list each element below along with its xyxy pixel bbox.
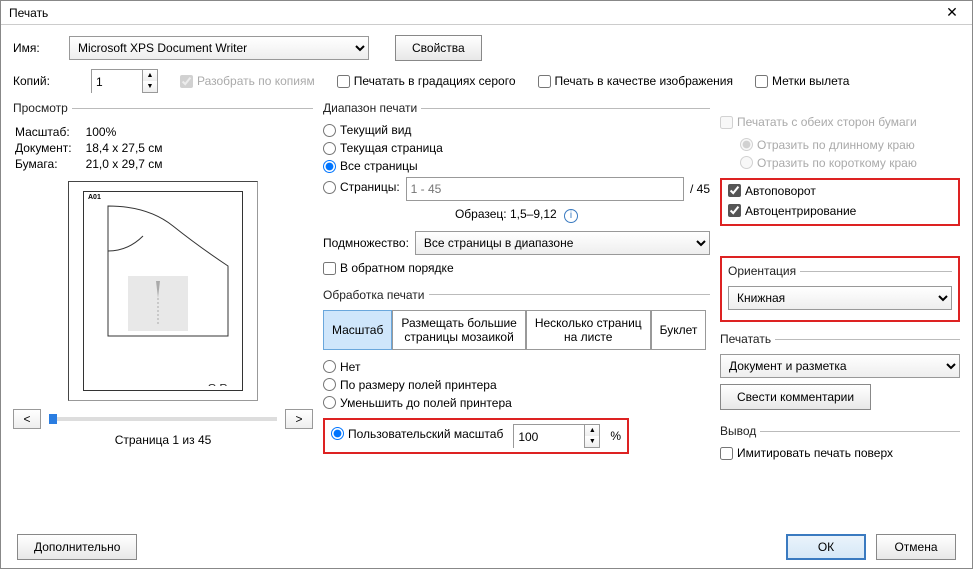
dialog-footer: Дополнительно ОК Отмена <box>13 527 960 560</box>
print-dialog: Печать ✕ Имя: Microsoft XPS Document Wri… <box>0 0 973 569</box>
preview-legend: Просмотр <box>13 101 72 115</box>
pages-total: / 45 <box>690 182 710 196</box>
prev-page-button[interactable]: < <box>13 409 41 429</box>
range-legend: Диапазон печати <box>323 101 421 115</box>
tab-multiple[interactable]: Несколько страниц на листе <box>526 310 651 350</box>
copies-label: Копий: <box>13 74 69 88</box>
orientation-group: Ориентация Книжная <box>728 264 952 314</box>
tab-scale[interactable]: Масштаб <box>323 310 392 350</box>
pages-input[interactable] <box>406 177 684 201</box>
output-group: Вывод Имитировать печать поверх <box>720 424 960 467</box>
spin-up-icon[interactable]: ▲ <box>585 425 599 436</box>
scale-custom-radio[interactable]: Пользовательский масштаб <box>331 427 503 441</box>
spin-down-icon[interactable]: ▼ <box>585 436 599 447</box>
info-icon[interactable]: i <box>564 209 578 223</box>
handling-legend: Обработка печати <box>323 288 429 302</box>
next-page-button[interactable]: > <box>285 409 313 429</box>
simulate-overprint-checkbox[interactable]: Имитировать печать поверх <box>720 446 893 460</box>
print-handling-group: Обработка печати Масштаб Размещать больш… <box>323 288 710 458</box>
output-legend: Вывод <box>720 424 760 438</box>
custom-scale-input[interactable] <box>514 425 584 449</box>
page-slider[interactable] <box>49 417 277 421</box>
summarize-comments-button[interactable]: Свести комментарии <box>720 384 871 410</box>
orientation-legend: Ориентация <box>728 264 800 278</box>
autorotate-highlight: Автоповорот Автоцентрирование <box>720 178 960 227</box>
orientation-highlight: Ориентация Книжная <box>720 256 960 322</box>
print-what-group: Печатать Документ и разметка Свести комм… <box>720 332 960 414</box>
properties-button[interactable]: Свойства <box>395 35 482 61</box>
custom-scale-spinner[interactable]: ▲▼ <box>513 424 600 448</box>
print-range-group: Диапазон печати Текущий вид Текущая стра… <box>323 101 710 282</box>
duplex-checkbox: Печатать с обеих сторон бумаги <box>720 115 917 129</box>
copies-spinner[interactable]: ▲▼ <box>91 69 158 93</box>
spin-up-icon[interactable]: ▲ <box>143 70 157 81</box>
advanced-button[interactable]: Дополнительно <box>17 534 137 560</box>
preview-group: Просмотр Масштаб:100% Документ:18,4 x 27… <box>13 101 313 451</box>
flip-long-radio: Отразить по длинному краю <box>740 138 915 152</box>
svg-text:S B: S B <box>208 381 227 386</box>
copies-input[interactable] <box>92 70 142 94</box>
scale-fit-radio[interactable]: По размеру полей принтера <box>323 378 497 392</box>
tab-tile[interactable]: Размещать большие страницы мозаикой <box>392 310 525 350</box>
orientation-select[interactable]: Книжная <box>728 286 952 310</box>
range-all-pages-radio[interactable]: Все страницы <box>323 159 418 173</box>
preview-info-table: Масштаб:100% Документ:18,4 x 27,5 см Бум… <box>13 123 165 173</box>
print-as-image-checkbox[interactable]: Печать в качестве изображения <box>538 74 733 88</box>
grayscale-checkbox[interactable]: Печатать в градациях серого <box>337 74 516 88</box>
print-what-select[interactable]: Документ и разметка <box>720 354 960 378</box>
scale-shrink-radio[interactable]: Уменьшить до полей принтера <box>323 396 512 410</box>
close-icon[interactable]: ✕ <box>936 4 968 21</box>
custom-scale-highlight: Пользовательский масштаб ▲▼ % <box>323 418 629 454</box>
range-current-page-radio[interactable]: Текущая страница <box>323 141 443 155</box>
titlebar: Печать ✕ <box>1 1 972 25</box>
printer-select[interactable]: Microsoft XPS Document Writer <box>69 36 369 60</box>
bleed-marks-checkbox[interactable]: Метки вылета <box>755 74 850 88</box>
preview-area: A01 S B <box>68 181 258 401</box>
autorotate-checkbox[interactable]: Автоповорот <box>728 184 816 198</box>
preview-nav: < > <box>13 409 313 429</box>
pattern-preview-icon: S B <box>88 196 238 386</box>
page-indicator: Страница 1 из 45 <box>13 433 313 447</box>
subset-select[interactable]: Все страницы в диапазоне <box>415 231 710 255</box>
ok-button[interactable]: ОК <box>786 534 866 560</box>
percent-label: % <box>610 429 621 443</box>
autocenter-checkbox[interactable]: Автоцентрирование <box>728 204 856 218</box>
printer-name-label: Имя: <box>13 41 69 55</box>
flip-short-radio: Отразить по короткому краю <box>740 156 917 170</box>
range-current-view-radio[interactable]: Текущий вид <box>323 123 411 137</box>
tab-booklet[interactable]: Буклет <box>651 310 707 350</box>
collate-checkbox: Разобрать по копиям <box>180 74 315 88</box>
reverse-order-checkbox[interactable]: В обратном порядке <box>323 261 454 275</box>
spin-down-icon[interactable]: ▼ <box>143 81 157 92</box>
print-what-legend: Печатать <box>720 332 775 346</box>
scale-none-radio[interactable]: Нет <box>323 360 360 374</box>
subset-label: Подмножество: <box>323 236 409 250</box>
window-title: Печать <box>5 6 936 20</box>
dialog-content: Имя: Microsoft XPS Document Writer Свойс… <box>1 25 972 568</box>
pages-sample-label: Образец: 1,5–9,12 <box>455 207 557 221</box>
preview-page: A01 S B <box>83 191 243 391</box>
range-pages-radio[interactable]: Страницы: <box>323 180 400 194</box>
cancel-button[interactable]: Отмена <box>876 534 956 560</box>
